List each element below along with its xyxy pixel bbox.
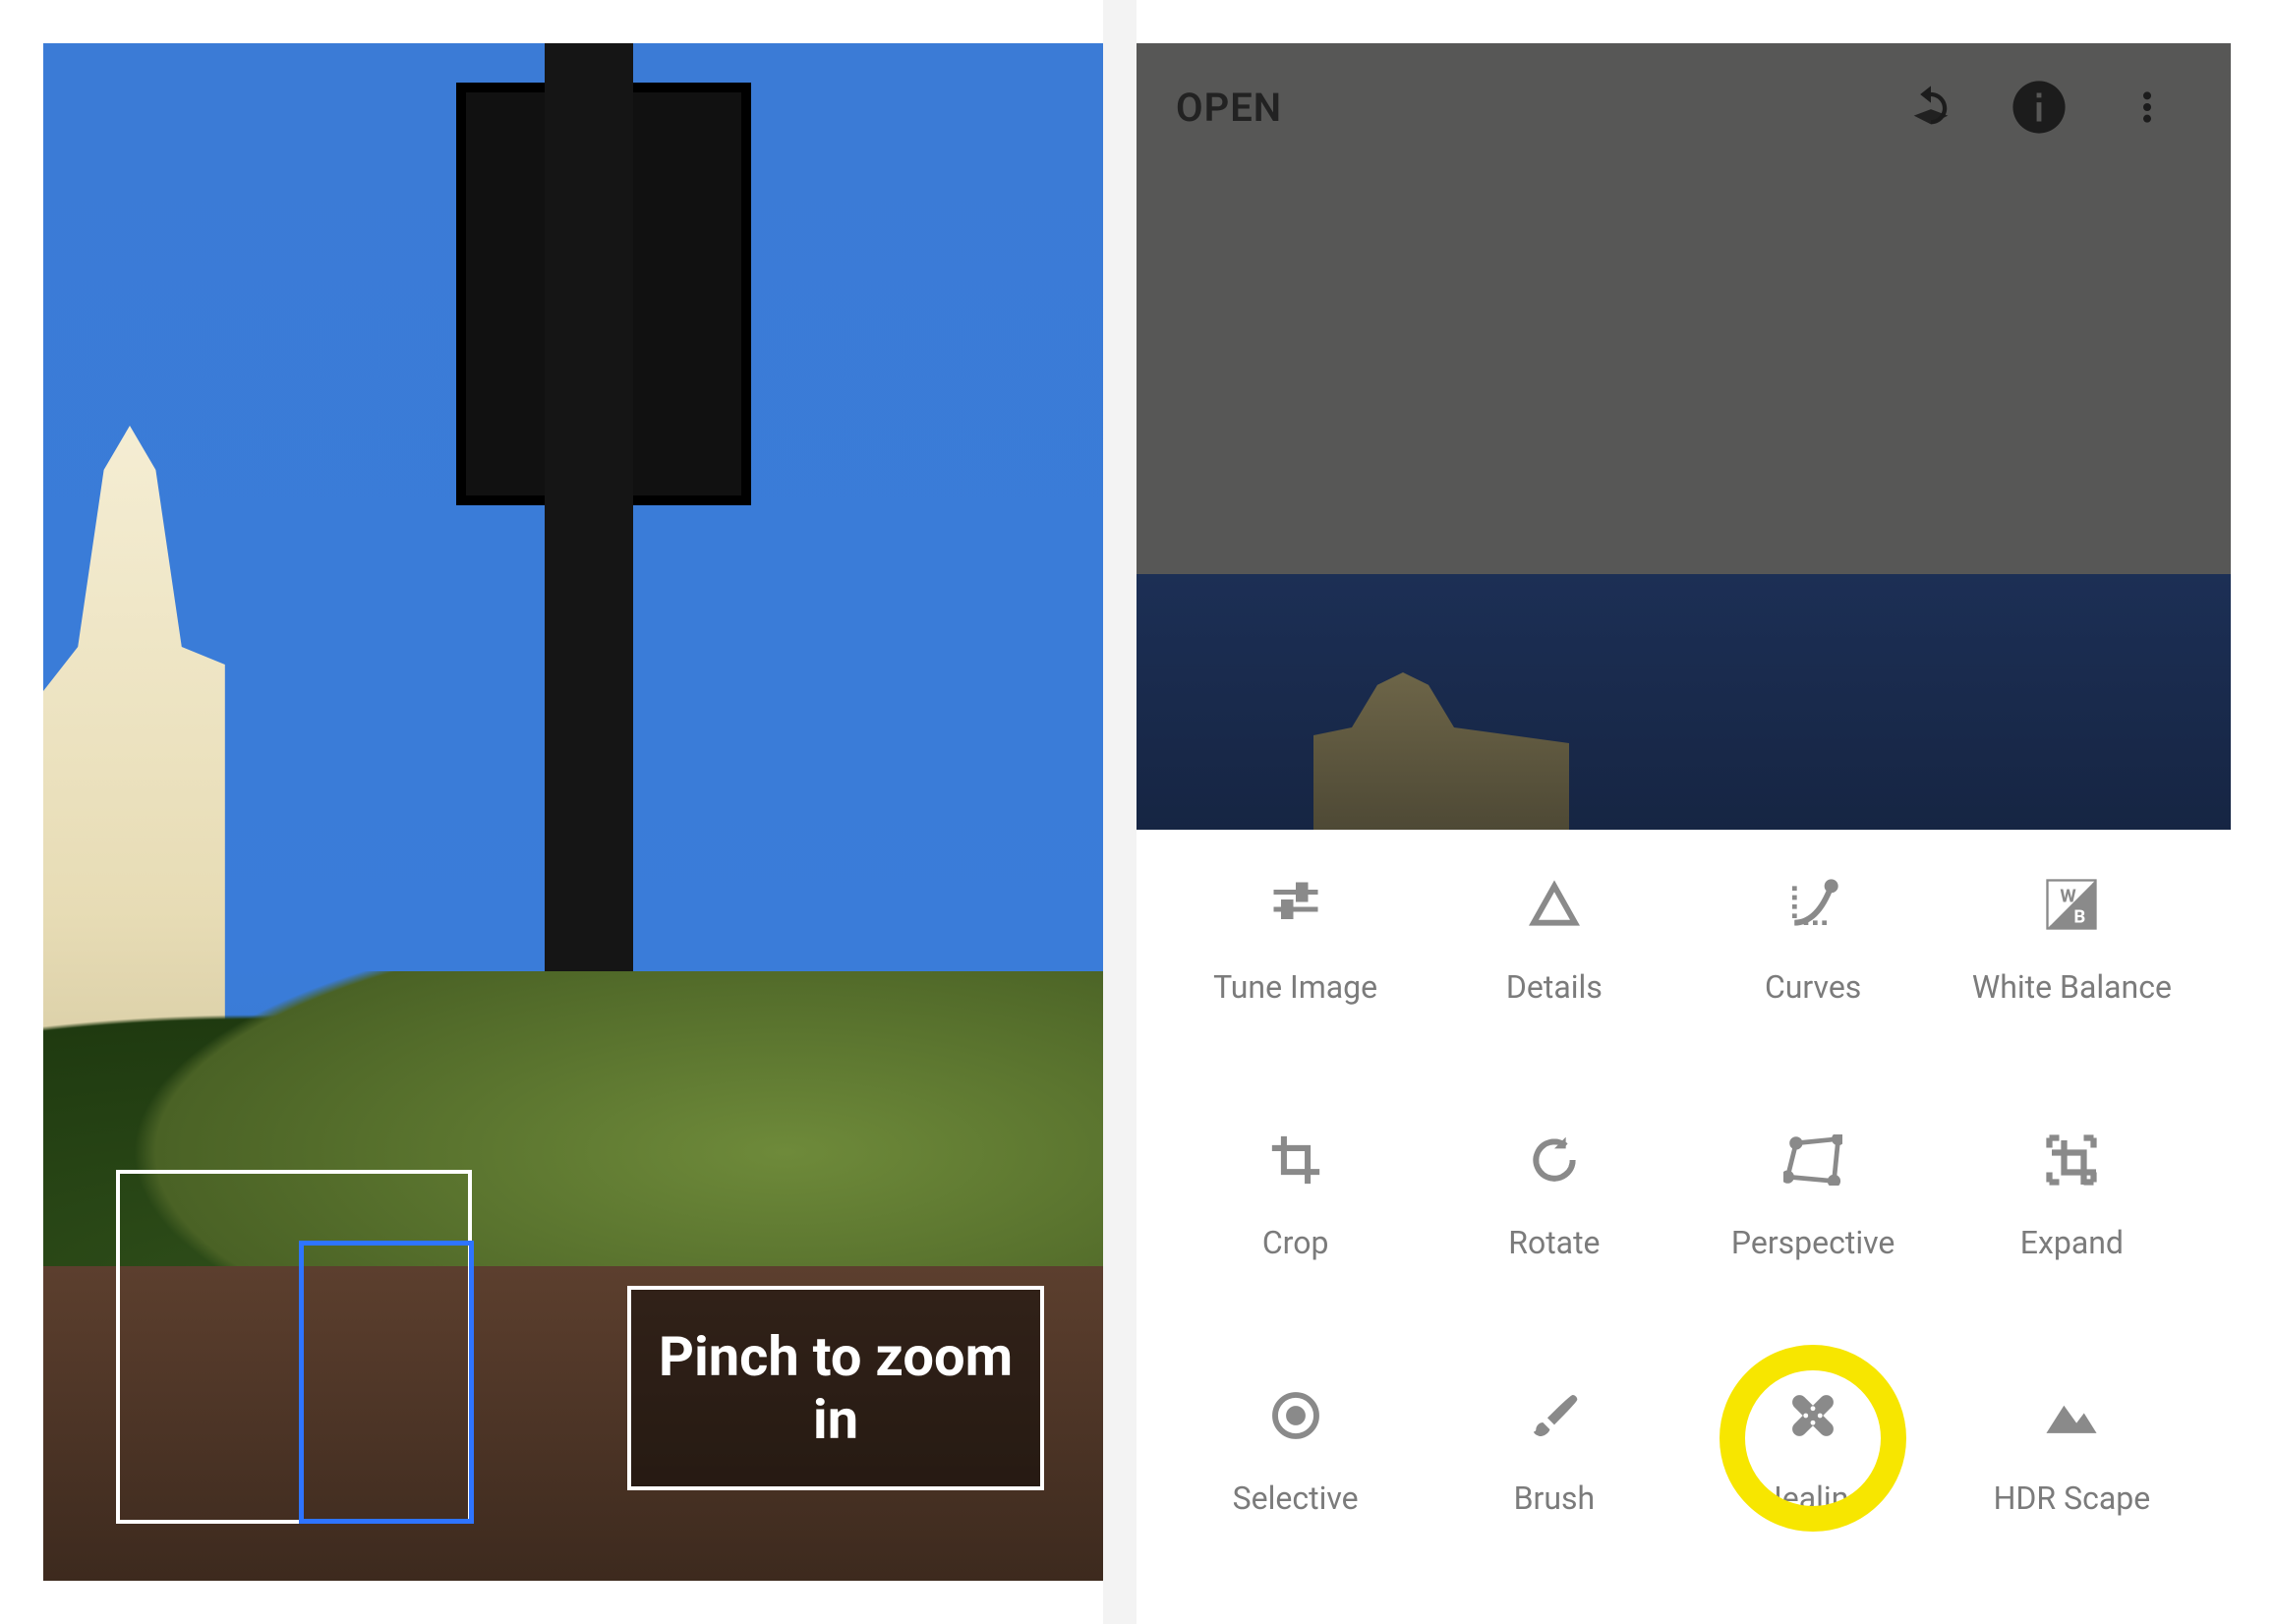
tool-white-balance[interactable]: WB White Balance — [1953, 869, 2191, 1075]
tool-selective[interactable]: Selective — [1176, 1380, 1415, 1587]
tool-label: Crop — [1262, 1223, 1329, 1262]
brush-icon — [1519, 1380, 1590, 1451]
tool-curves[interactable]: Curves — [1694, 869, 1933, 1075]
tool-crop[interactable]: Crop — [1176, 1125, 1415, 1331]
tool-tune-image[interactable]: Tune Image — [1176, 869, 1415, 1075]
svg-text:B: B — [2074, 906, 2086, 928]
crop-icon — [1260, 1125, 1331, 1195]
tool-label: Tune Image — [1213, 967, 1377, 1007]
tool-label: Expand — [2020, 1223, 2124, 1262]
tool-label: Curves — [1765, 967, 1861, 1007]
info-icon[interactable] — [1995, 63, 2083, 151]
tool-perspective[interactable]: Perspective — [1694, 1125, 1933, 1331]
preview-sky — [1137, 574, 2231, 830]
tool-label: Selective — [1233, 1479, 1359, 1518]
hdr-scape-icon — [2036, 1380, 2107, 1451]
tools-panel: Tune Image Details Curves WB White Balance Cr… — [1137, 830, 2231, 1606]
photo-preview-pane: Pinch to zoom in — [0, 0, 1103, 1624]
tool-label: Details — [1506, 967, 1603, 1007]
more-menu-icon[interactable] — [2103, 63, 2191, 151]
healing-icon — [1778, 1380, 1848, 1451]
details-icon — [1519, 869, 1590, 940]
zoom-hint-overlay: Pinch to zoom in — [627, 1286, 1044, 1490]
image-preview[interactable] — [1137, 171, 2231, 830]
tool-expand[interactable]: Expand — [1953, 1125, 2191, 1331]
tool-label: Rotate — [1508, 1223, 1600, 1262]
perspective-icon — [1778, 1125, 1848, 1195]
curves-icon — [1778, 869, 1848, 940]
zoom-hint-text: Pinch to zoom in — [631, 1325, 1040, 1452]
selection-inner[interactable] — [299, 1241, 474, 1524]
tool-rotate[interactable]: Rotate — [1434, 1125, 1673, 1331]
tool-healing[interactable]: Healing — [1694, 1380, 1933, 1587]
tool-brush[interactable]: Brush — [1434, 1380, 1673, 1587]
tool-label: Perspective — [1731, 1223, 1895, 1262]
tune-icon — [1260, 869, 1331, 940]
editor-screen: OPEN Tune Image Details Curves WB White Bala… — [1137, 43, 2231, 1606]
tool-hdr-scape[interactable]: HDR Scape — [1953, 1380, 2191, 1587]
editor-topbar: OPEN — [1137, 43, 2231, 171]
tool-label: HDR Scape — [1994, 1479, 2151, 1518]
rotate-icon — [1519, 1125, 1590, 1195]
tool-details[interactable]: Details — [1434, 869, 1673, 1075]
tool-label: White Balance — [1972, 967, 2172, 1007]
expand-icon — [2036, 1125, 2107, 1195]
white-balance-icon: WB — [2036, 869, 2107, 940]
svg-text:W: W — [2061, 886, 2077, 907]
tool-label: Brush — [1514, 1479, 1596, 1518]
selective-icon — [1260, 1380, 1331, 1451]
editor-pane: OPEN Tune Image Details Curves WB White Bala… — [1137, 0, 2274, 1624]
pane-divider — [1103, 0, 1137, 1624]
undo-stack-icon[interactable] — [1887, 63, 1975, 151]
photo-canvas[interactable]: Pinch to zoom in — [43, 43, 1103, 1581]
open-button[interactable]: OPEN — [1176, 85, 1282, 131]
tool-label: Healing — [1760, 1479, 1866, 1518]
